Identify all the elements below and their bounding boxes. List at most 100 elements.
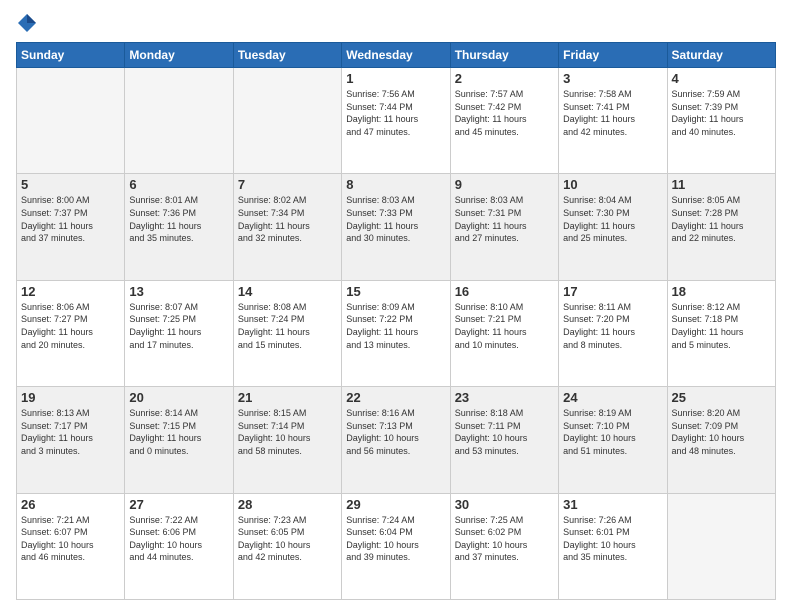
day-info: Sunrise: 7:21 AM Sunset: 6:07 PM Dayligh… — [21, 514, 120, 564]
day-info: Sunrise: 8:03 AM Sunset: 7:33 PM Dayligh… — [346, 194, 445, 244]
day-number: 29 — [346, 497, 445, 512]
calendar-cell: 24 Sunrise: 8:19 AM Sunset: 7:10 PM Dayli… — [559, 387, 667, 493]
day-number: 1 — [346, 71, 445, 86]
calendar-cell: 3 Sunrise: 7:58 AM Sunset: 7:41 PM Daylig… — [559, 68, 667, 174]
day-info: Sunrise: 7:56 AM Sunset: 7:44 PM Dayligh… — [346, 88, 445, 138]
calendar-cell — [233, 68, 341, 174]
day-info: Sunrise: 8:19 AM Sunset: 7:10 PM Dayligh… — [563, 407, 662, 457]
day-number: 4 — [672, 71, 771, 86]
calendar-cell: 15 Sunrise: 8:09 AM Sunset: 7:22 PM Dayli… — [342, 280, 450, 386]
day-number: 20 — [129, 390, 228, 405]
day-number: 14 — [238, 284, 337, 299]
day-number: 30 — [455, 497, 554, 512]
day-info: Sunrise: 8:20 AM Sunset: 7:09 PM Dayligh… — [672, 407, 771, 457]
day-info: Sunrise: 8:10 AM Sunset: 7:21 PM Dayligh… — [455, 301, 554, 351]
day-number: 27 — [129, 497, 228, 512]
logo — [16, 12, 42, 34]
calendar-cell: 26 Sunrise: 7:21 AM Sunset: 6:07 PM Dayli… — [17, 493, 125, 599]
weekday-header-wednesday: Wednesday — [342, 43, 450, 68]
day-info: Sunrise: 8:18 AM Sunset: 7:11 PM Dayligh… — [455, 407, 554, 457]
calendar-week-row: 1 Sunrise: 7:56 AM Sunset: 7:44 PM Daylig… — [17, 68, 776, 174]
calendar-cell: 28 Sunrise: 7:23 AM Sunset: 6:05 PM Dayli… — [233, 493, 341, 599]
day-number: 7 — [238, 177, 337, 192]
weekday-header-tuesday: Tuesday — [233, 43, 341, 68]
weekday-header-friday: Friday — [559, 43, 667, 68]
calendar-cell: 9Sunrise: 8:03 AM Sunset: 7:31 PM Daylig… — [450, 174, 558, 280]
calendar-cell: 8 Sunrise: 8:03 AM Sunset: 7:33 PM Daylig… — [342, 174, 450, 280]
day-info: Sunrise: 8:02 AM Sunset: 7:34 PM Dayligh… — [238, 194, 337, 244]
calendar-cell: 25 Sunrise: 8:20 AM Sunset: 7:09 PM Dayli… — [667, 387, 775, 493]
day-number: 8 — [346, 177, 445, 192]
calendar-cell: 20Sunrise: 8:14 AM Sunset: 7:15 PM Dayli… — [125, 387, 233, 493]
calendar-cell: 16 Sunrise: 8:10 AM Sunset: 7:21 PM Dayli… — [450, 280, 558, 386]
day-info: Sunrise: 8:01 AM Sunset: 7:36 PM Dayligh… — [129, 194, 228, 244]
calendar-table: SundayMondayTuesdayWednesdayThursdayFrid… — [16, 42, 776, 600]
calendar-week-row: 12 Sunrise: 8:06 AM Sunset: 7:27 PM Dayli… — [17, 280, 776, 386]
day-number: 21 — [238, 390, 337, 405]
calendar-cell: 30 Sunrise: 7:25 AM Sunset: 6:02 PM Dayli… — [450, 493, 558, 599]
day-number: 31 — [563, 497, 662, 512]
day-number: 18 — [672, 284, 771, 299]
calendar-cell — [667, 493, 775, 599]
calendar-cell: 7 Sunrise: 8:02 AM Sunset: 7:34 PM Daylig… — [233, 174, 341, 280]
calendar-cell: 14 Sunrise: 8:08 AM Sunset: 7:24 PM Dayli… — [233, 280, 341, 386]
day-number: 9 — [455, 177, 554, 192]
day-number: 22 — [346, 390, 445, 405]
calendar-cell: 17 Sunrise: 8:11 AM Sunset: 7:20 PM Dayli… — [559, 280, 667, 386]
calendar-cell: 6 Sunrise: 8:01 AM Sunset: 7:36 PM Daylig… — [125, 174, 233, 280]
day-number: 13 — [129, 284, 228, 299]
day-number: 17 — [563, 284, 662, 299]
day-info: Sunrise: 7:26 AM Sunset: 6:01 PM Dayligh… — [563, 514, 662, 564]
calendar-cell: 11Sunrise: 8:05 AM Sunset: 7:28 PM Dayli… — [667, 174, 775, 280]
weekday-header-thursday: Thursday — [450, 43, 558, 68]
calendar-cell: 13Sunrise: 8:07 AM Sunset: 7:25 PM Dayli… — [125, 280, 233, 386]
logo-icon — [16, 12, 38, 34]
day-number: 15 — [346, 284, 445, 299]
day-number: 12 — [21, 284, 120, 299]
page: SundayMondayTuesdayWednesdayThursdayFrid… — [0, 0, 792, 612]
calendar-cell: 10 Sunrise: 8:04 AM Sunset: 7:30 PM Dayli… — [559, 174, 667, 280]
day-info: Sunrise: 7:58 AM Sunset: 7:41 PM Dayligh… — [563, 88, 662, 138]
calendar-cell: 5 Sunrise: 8:00 AM Sunset: 7:37 PM Daylig… — [17, 174, 125, 280]
day-number: 3 — [563, 71, 662, 86]
calendar-cell — [17, 68, 125, 174]
day-info: Sunrise: 8:06 AM Sunset: 7:27 PM Dayligh… — [21, 301, 120, 351]
day-info: Sunrise: 8:15 AM Sunset: 7:14 PM Dayligh… — [238, 407, 337, 457]
calendar-cell: 22 Sunrise: 8:16 AM Sunset: 7:13 PM Dayli… — [342, 387, 450, 493]
header — [16, 12, 776, 34]
day-info: Sunrise: 7:59 AM Sunset: 7:39 PM Dayligh… — [672, 88, 771, 138]
day-number: 6 — [129, 177, 228, 192]
calendar-week-row: 26 Sunrise: 7:21 AM Sunset: 6:07 PM Dayli… — [17, 493, 776, 599]
day-number: 5 — [21, 177, 120, 192]
day-number: 25 — [672, 390, 771, 405]
day-number: 28 — [238, 497, 337, 512]
day-number: 2 — [455, 71, 554, 86]
calendar-cell: 4 Sunrise: 7:59 AM Sunset: 7:39 PM Daylig… — [667, 68, 775, 174]
calendar-cell: 29 Sunrise: 7:24 AM Sunset: 6:04 PM Dayli… — [342, 493, 450, 599]
weekday-header-saturday: Saturday — [667, 43, 775, 68]
calendar-cell: 12 Sunrise: 8:06 AM Sunset: 7:27 PM Dayli… — [17, 280, 125, 386]
day-info: Sunrise: 8:16 AM Sunset: 7:13 PM Dayligh… — [346, 407, 445, 457]
day-number: 24 — [563, 390, 662, 405]
day-info: Sunrise: 7:22 AM Sunset: 6:06 PM Dayligh… — [129, 514, 228, 564]
day-info: Sunrise: 7:23 AM Sunset: 6:05 PM Dayligh… — [238, 514, 337, 564]
weekday-header-monday: Monday — [125, 43, 233, 68]
calendar-cell: 1 Sunrise: 7:56 AM Sunset: 7:44 PM Daylig… — [342, 68, 450, 174]
calendar-cell: 31 Sunrise: 7:26 AM Sunset: 6:01 PM Dayli… — [559, 493, 667, 599]
day-info: Sunrise: 8:11 AM Sunset: 7:20 PM Dayligh… — [563, 301, 662, 351]
calendar-cell: 23Sunrise: 8:18 AM Sunset: 7:11 PM Dayli… — [450, 387, 558, 493]
day-info: Sunrise: 8:09 AM Sunset: 7:22 PM Dayligh… — [346, 301, 445, 351]
day-info: Sunrise: 7:25 AM Sunset: 6:02 PM Dayligh… — [455, 514, 554, 564]
day-info: Sunrise: 7:24 AM Sunset: 6:04 PM Dayligh… — [346, 514, 445, 564]
day-info: Sunrise: 8:08 AM Sunset: 7:24 PM Dayligh… — [238, 301, 337, 351]
day-info: Sunrise: 8:13 AM Sunset: 7:17 PM Dayligh… — [21, 407, 120, 457]
day-info: Sunrise: 8:00 AM Sunset: 7:37 PM Dayligh… — [21, 194, 120, 244]
day-number: 10 — [563, 177, 662, 192]
day-number: 11 — [672, 177, 771, 192]
day-info: Sunrise: 8:04 AM Sunset: 7:30 PM Dayligh… — [563, 194, 662, 244]
day-number: 16 — [455, 284, 554, 299]
day-number: 26 — [21, 497, 120, 512]
calendar-cell: 19Sunrise: 8:13 AM Sunset: 7:17 PM Dayli… — [17, 387, 125, 493]
calendar-cell: 21 Sunrise: 8:15 AM Sunset: 7:14 PM Dayli… — [233, 387, 341, 493]
calendar-week-row: 5 Sunrise: 8:00 AM Sunset: 7:37 PM Daylig… — [17, 174, 776, 280]
